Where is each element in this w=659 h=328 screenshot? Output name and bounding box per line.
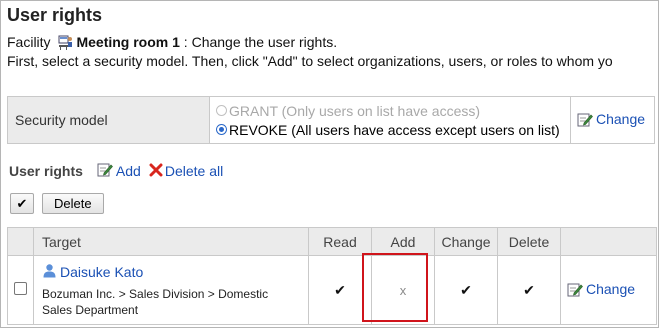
header-action-col bbox=[560, 227, 657, 256]
facility-name: Meeting room 1 bbox=[76, 34, 180, 50]
facility-icon bbox=[58, 34, 74, 53]
delete-x-icon bbox=[149, 163, 163, 180]
bulk-action-row: ✔ Delete bbox=[10, 193, 104, 214]
delete-all-link[interactable]: Delete all bbox=[149, 163, 223, 180]
header-add: Add bbox=[371, 227, 435, 256]
user-name-link[interactable]: Daisuke Kato bbox=[60, 264, 143, 280]
org-path-line2: Sales Department bbox=[42, 302, 139, 317]
security-model-change-cell: Change bbox=[570, 96, 655, 144]
add-cell: x bbox=[371, 255, 435, 325]
user-line: Daisuke Kato bbox=[42, 263, 308, 281]
delete-cell: ✔ bbox=[497, 255, 561, 325]
add-label: Add bbox=[115, 163, 141, 179]
security-model-table: Security model GRANT (Only users on list… bbox=[7, 96, 655, 144]
row-change-cell: Change bbox=[560, 255, 657, 325]
delete-all-label: Delete all bbox=[164, 163, 224, 179]
grant-radio bbox=[216, 105, 227, 116]
table-row: Daisuke Kato Bozuman Inc. > Sales Divisi… bbox=[7, 255, 657, 325]
security-model-options: GRANT (Only users on list have access) R… bbox=[209, 96, 571, 144]
security-model-change-link[interactable]: Change bbox=[577, 111, 645, 127]
facility-line: Facility Meeting room 1 : Change the use… bbox=[7, 34, 337, 53]
row-change-label: Change bbox=[586, 280, 636, 297]
edit-icon bbox=[577, 112, 593, 130]
change-check-mark: ✔ bbox=[460, 281, 472, 298]
user-rights-toolbar: User rights Add Delete all bbox=[9, 162, 231, 180]
user-icon bbox=[42, 263, 57, 281]
user-rights-table: Target Read Add Change Delete Daisuke Ka… bbox=[7, 227, 657, 325]
read-check-mark: ✔ bbox=[334, 281, 346, 298]
org-path-line1: Bozuman Inc. > Sales Division > Domestic bbox=[42, 286, 269, 301]
header-change: Change bbox=[434, 227, 498, 256]
page-title: User rights bbox=[7, 5, 103, 25]
table-header-row: Target Read Add Change Delete bbox=[7, 227, 657, 256]
change-cell: ✔ bbox=[434, 255, 498, 325]
header-delete: Delete bbox=[497, 227, 561, 256]
instruction-text: First, select a security model. Then, cl… bbox=[7, 53, 613, 69]
security-model-label: Security model bbox=[7, 96, 210, 144]
grant-label: GRANT (Only users on list have access) bbox=[229, 102, 481, 119]
edit-icon bbox=[567, 282, 583, 300]
user-rights-label: User rights bbox=[9, 163, 83, 179]
grant-option: GRANT (Only users on list have access) bbox=[216, 101, 570, 120]
row-change-link[interactable]: Change bbox=[567, 281, 635, 297]
row-checkbox-cell bbox=[7, 255, 34, 325]
add-denied-mark: x bbox=[399, 283, 407, 298]
delete-button[interactable]: Delete bbox=[42, 193, 104, 214]
security-model-change-label: Change bbox=[596, 110, 646, 127]
revoke-label: REVOKE (All users have access except use… bbox=[229, 121, 560, 138]
header-checkbox-col bbox=[7, 227, 34, 256]
header-target: Target bbox=[33, 227, 309, 256]
target-cell: Daisuke Kato Bozuman Inc. > Sales Divisi… bbox=[33, 255, 309, 325]
select-all-button[interactable]: ✔ bbox=[10, 193, 34, 214]
facility-suffix: : Change the user rights. bbox=[179, 34, 338, 50]
header-read: Read bbox=[308, 227, 372, 256]
add-icon bbox=[97, 162, 113, 180]
facility-label: Facility bbox=[7, 34, 51, 50]
add-user-rights-link[interactable]: Add bbox=[97, 162, 141, 180]
revoke-option[interactable]: REVOKE (All users have access except use… bbox=[216, 120, 570, 139]
row-checkbox[interactable] bbox=[14, 282, 27, 295]
read-cell: ✔ bbox=[308, 255, 372, 325]
revoke-radio[interactable] bbox=[216, 124, 227, 135]
delete-check-mark: ✔ bbox=[523, 281, 535, 298]
